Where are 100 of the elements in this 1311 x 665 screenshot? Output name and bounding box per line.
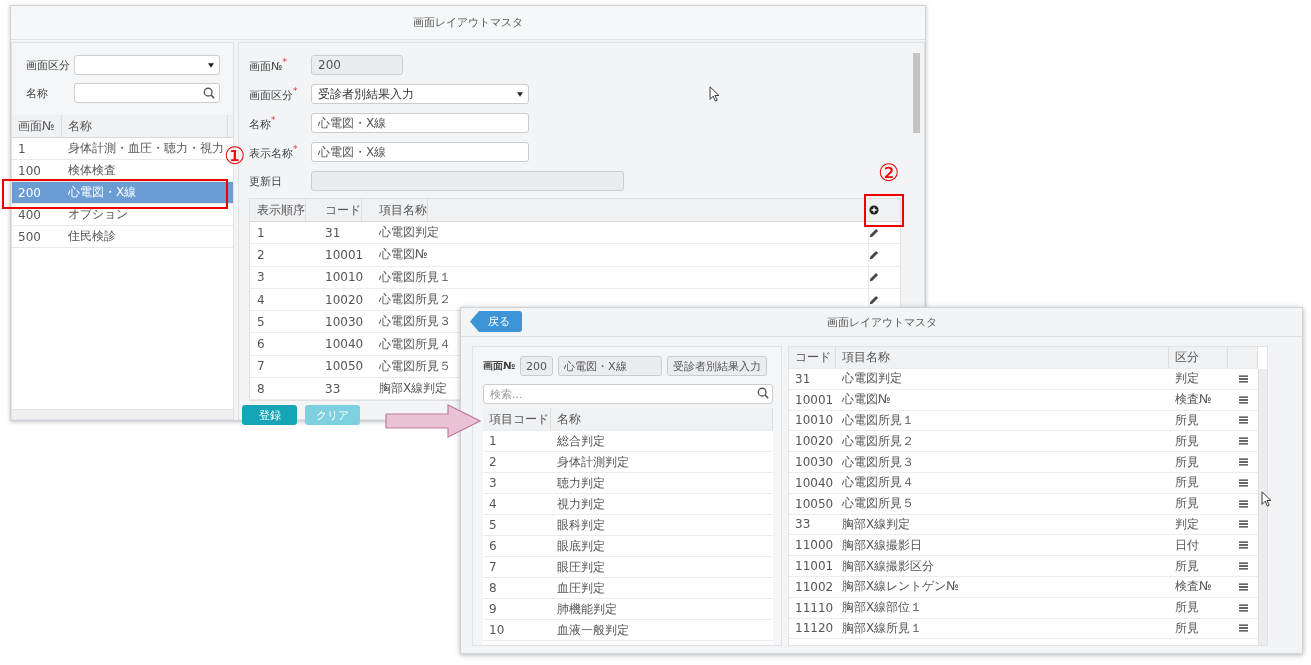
table-cell-text: 10001 [794,392,835,407]
table-cell-text: 10001 [324,247,364,262]
table-cell-text: 血圧判定 [556,579,606,597]
table-cell-text: 判定 [1174,515,1200,533]
table-cell-text: 7 [488,560,498,574]
table-cell-text: 33 [324,381,341,396]
column-header[interactable]: コード [789,347,836,368]
caret-icon [208,63,214,68]
field-label: 名称$^{*}$ [249,114,276,132]
input-field[interactable]: 心電図・X線 [311,142,529,162]
table-cell-text: 10040 [324,337,364,352]
filter-label: 画面区分 [26,57,71,73]
table-cell-text: 胸部X線所見１ [841,619,924,637]
table-cell-text: 所見 [1174,599,1200,617]
drag-handle-icon[interactable] [1238,520,1248,529]
field-label: 表示名称$^{*}$ [249,143,298,161]
table-cell-text: 胸部X線判定 [378,380,448,398]
table-cell-text: 1 [17,141,27,156]
drag-handle-icon[interactable] [1238,603,1248,612]
table-cell-text: 10030 [324,314,364,329]
table-cell-text: 心電図所見５ [378,357,451,375]
list-row[interactable]: 1 総合判定 [483,431,773,452]
table-cell-text: 11001 [794,559,835,574]
dropdown-field[interactable] [74,55,220,75]
list-row[interactable]: 3 聴力判定 [483,473,773,494]
list-row[interactable]: 4 視力判定 [483,494,773,515]
add-icon[interactable] [869,205,879,215]
drag-handle-icon[interactable] [1238,437,1248,446]
column-header[interactable]: 表示順序 [250,199,306,221]
search-field[interactable] [74,83,220,103]
column-header[interactable]: 項目名称 [372,199,428,221]
drag-handle-icon[interactable] [1238,416,1248,425]
table-cell-text: 心電図所見２ [378,291,451,309]
table-cell-text: 11110 [794,600,835,615]
drag-handle-icon[interactable] [1238,374,1248,383]
table-cell-text: 身体計測・血圧・聴力・視力 [67,140,225,157]
filter-label: 名称 [26,85,49,101]
list-row[interactable]: 8 血圧判定 [483,578,773,599]
table-cell-text: 胸部X線部位１ [841,599,924,617]
column-header[interactable]: 画面№ [12,115,62,137]
table-cell-text: 所見 [1174,453,1200,471]
column-header[interactable]: 項目コード [483,408,551,430]
drag-handle-icon[interactable] [1238,395,1248,404]
table-cell-text: 1 [488,434,498,448]
drag-handle-icon[interactable] [1238,582,1248,591]
table-cell-text: 11000 [794,538,835,553]
scrollbar[interactable] [12,409,233,419]
table-cell-text: 10 [488,623,506,637]
table-cell-text: 6 [256,337,265,352]
pencil-icon[interactable] [869,294,879,305]
column-header[interactable]: 名称 [551,408,773,430]
dropdown-field[interactable]: 受診者別結果入力 [311,84,529,104]
table-cell-text: 心電図№ [841,391,892,409]
table-cell-text: 所見 [1174,557,1200,575]
input-field[interactable]: 心電図・X線 [311,113,529,133]
list-row[interactable]: 2 身体計測判定 [483,452,773,473]
list-row[interactable]: 7 眼圧判定 [483,557,773,578]
table-cell-text: 10040 [794,475,835,490]
field-label: 更新日 [249,173,282,189]
table-cell-text: 2 [488,455,498,469]
drag-handle-icon[interactable] [1238,541,1248,550]
step-number: ② [878,161,900,185]
list-row[interactable]: 9 肺機能判定 [483,599,773,620]
scrollbar[interactable] [1258,369,1267,645]
window-title: 画面レイアウトマスタ [413,15,523,30]
table-cell-text: 肺機能判定 [556,600,618,618]
table-cell-text: 胸部X線撮影区分 [841,557,936,575]
table-cell-text: 100 [17,163,42,178]
readonly-field: 200 [311,55,403,75]
table-cell-text: 心電図判定 [841,370,903,388]
drag-handle-icon[interactable] [1238,458,1248,467]
table-cell-text: 判定 [1174,370,1200,388]
search-field[interactable]: 検索... [483,384,773,404]
readonly-field: 心電図・X線 [558,356,663,376]
table-cell-text: 所見 [1174,619,1200,637]
table-cell-text: 検体検査 [67,162,117,179]
drag-handle-icon[interactable] [1238,562,1248,571]
list-row[interactable]: 5 眼科判定 [483,515,773,536]
list-row[interactable]: 6 眼底判定 [483,536,773,557]
column-header[interactable]: 名称 [62,115,228,137]
table-cell-text: オプション [67,206,129,223]
table-cell-text: 10020 [324,292,364,307]
table-cell-text: 11002 [794,579,835,594]
column-header[interactable]: 項目名称 [836,347,1169,368]
drag-handle-icon[interactable] [1238,478,1248,487]
table-cell-text: 31 [794,371,812,386]
column-header[interactable]: 区分 [1169,347,1228,368]
table-cell-text: 8 [488,581,498,595]
table-cell-text: 2 [256,247,265,262]
column-header[interactable]: コード [318,199,362,221]
pencil-icon[interactable] [869,272,879,283]
list-row[interactable]: 10 血液一般判定 [483,620,773,641]
drag-handle-icon[interactable] [1238,624,1248,633]
field-label: 画面区分$^{*}$ [249,85,298,103]
scrollbar[interactable] [913,53,920,133]
pencil-icon[interactable] [869,249,879,260]
table-cell-text: 検査№ [1174,391,1213,409]
drag-handle-icon[interactable] [1238,499,1248,508]
table-cell-text: 視力判定 [556,495,606,513]
pencil-icon[interactable] [869,227,879,238]
